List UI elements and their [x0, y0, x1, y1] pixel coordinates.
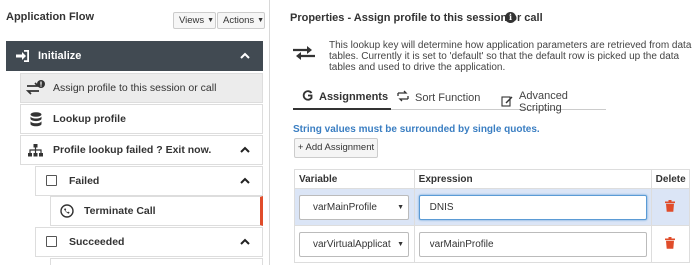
chevron-down-icon: ▼	[395, 195, 404, 219]
checkbox-icon[interactable]	[46, 236, 57, 247]
edit-icon	[501, 95, 513, 110]
variable-select[interactable]: varMainProfile ▼	[299, 194, 409, 220]
tab-label: Sort Function	[415, 91, 481, 104]
column-header-delete: Delete	[650, 169, 691, 189]
assignment-exchange-icon	[26, 80, 46, 97]
sign-in-icon	[15, 49, 30, 63]
actions-button[interactable]: Actions ▼	[217, 12, 265, 29]
tree-item-label: Initialize	[38, 50, 82, 62]
database-icon	[30, 112, 42, 127]
chevron-down-icon: ▼	[257, 17, 265, 24]
chevron-down-icon: ▼	[395, 232, 404, 256]
chevron-up-icon[interactable]	[240, 176, 250, 186]
tree-item-profile-lookup-failed[interactable]: Profile lookup failed ? Exit now.	[20, 135, 263, 165]
tree-item-succeeded[interactable]: Succeeded	[35, 227, 263, 257]
views-button[interactable]: Views ▼	[173, 12, 216, 29]
chevron-up-icon[interactable]	[240, 145, 250, 155]
actions-label: Actions	[223, 15, 255, 26]
tree-item-next[interactable]	[50, 258, 263, 265]
column-header-expression: Expression	[413, 169, 652, 189]
tree-item-label: Profile lookup failed ? Exit now.	[53, 144, 212, 156]
string-values-hint: String values must be surrounded by sing…	[293, 124, 540, 135]
add-assignment-button[interactable]: + Add Assignment	[294, 138, 378, 158]
expression-cell	[413, 225, 652, 263]
tree-item-label: Assign profile to this session or call	[53, 82, 217, 94]
tree-item-assign-profile[interactable]: Assign profile to this session or call	[20, 73, 263, 103]
tree-item-failed[interactable]: Failed	[35, 166, 263, 196]
tree-item-terminate-call[interactable]: Terminate Call	[50, 196, 263, 226]
variable-cell: varVirtualApplicat ▼	[294, 225, 415, 263]
tab-sort-function[interactable]: Sort Function	[397, 90, 480, 105]
tab-label: Advanced Scripting	[519, 90, 568, 114]
exchange-arrows-icon	[293, 45, 315, 64]
views-label: Views	[179, 15, 205, 26]
chevron-up-icon[interactable]	[240, 51, 250, 61]
trash-icon[interactable]	[665, 199, 676, 215]
tab-bar: Assignments Sort Function Advanced Scrip…	[293, 86, 606, 114]
sort-icon	[397, 90, 409, 105]
variable-select-value: varVirtualApplicat	[313, 238, 391, 250]
tab-assignments[interactable]: Assignments	[302, 90, 388, 104]
variable-select-value: varMainProfile	[313, 201, 377, 213]
active-tab-indicator	[293, 108, 391, 110]
info-icon[interactable]: i	[505, 12, 516, 23]
assignments-table: Variable Expression Delete varMainProfil…	[294, 169, 691, 263]
expression-input[interactable]	[418, 194, 647, 220]
tree-item-label: Terminate Call	[84, 205, 156, 217]
expression-input[interactable]	[418, 231, 647, 257]
delete-cell	[650, 225, 691, 263]
expression-cell	[413, 188, 652, 226]
table-row[interactable]: varMainProfile ▼	[294, 188, 691, 226]
chevron-up-icon[interactable]	[240, 237, 250, 247]
application-flow-panel: Application Flow Views ▼ Actions ▼ Initial…	[0, 0, 270, 265]
application-flow-title: Application Flow	[6, 11, 94, 23]
tree-item-initialize[interactable]: Initialize	[6, 41, 263, 71]
sitemap-icon	[28, 144, 43, 157]
variable-select[interactable]: varVirtualApplicat ▼	[299, 231, 409, 257]
tree-item-lookup-profile[interactable]: Lookup profile	[20, 104, 263, 134]
table-header-row: Variable Expression Delete	[294, 169, 691, 189]
phone-hangup-icon	[60, 204, 74, 218]
variable-cell: varMainProfile ▼	[294, 188, 415, 226]
tab-advanced-scripting[interactable]: Advanced Scripting	[501, 90, 606, 114]
tree-item-label: Lookup profile	[53, 113, 126, 125]
gear-icon	[302, 90, 313, 104]
delete-cell	[650, 188, 691, 226]
tree-item-label: Succeeded	[69, 236, 125, 248]
chevron-down-icon: ▼	[207, 17, 215, 24]
checkbox-icon[interactable]	[46, 175, 57, 186]
table-row[interactable]: varVirtualApplicat ▼	[294, 225, 691, 263]
trash-icon[interactable]	[665, 236, 676, 252]
column-header-variable: Variable	[294, 169, 415, 189]
description-text: This lookup key will determine how appli…	[329, 40, 692, 73]
properties-panel: Properties - Assign profile to this sess…	[271, 0, 700, 265]
tree-item-label: Failed	[69, 175, 100, 187]
tab-label: Assignments	[319, 91, 389, 103]
